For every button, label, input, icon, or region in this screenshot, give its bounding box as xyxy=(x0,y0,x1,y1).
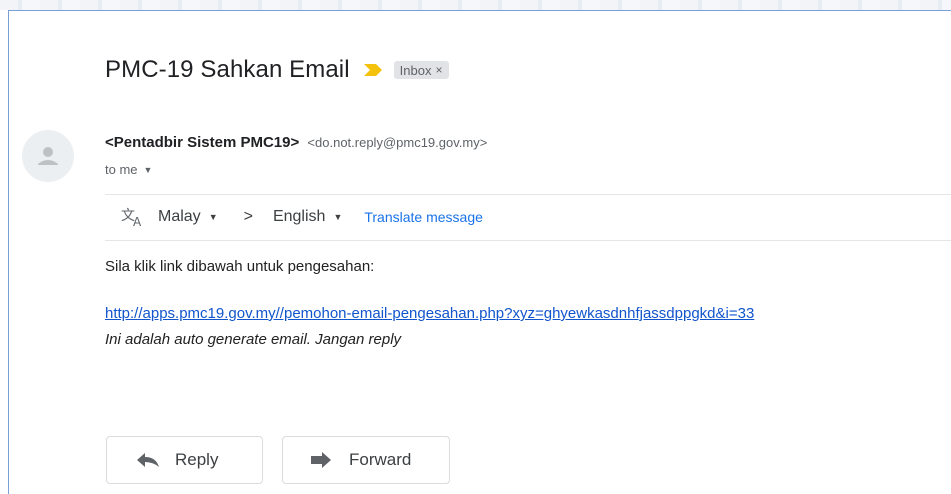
inbox-label-chip: Inbox × xyxy=(393,61,449,79)
email-subject: PMC-19 Sahkan Email xyxy=(105,56,350,83)
target-language-label: English xyxy=(272,208,326,225)
source-language-dropdown[interactable]: Malay ▼ xyxy=(158,208,218,226)
remove-label-icon[interactable]: × xyxy=(435,63,442,77)
svg-text:A: A xyxy=(133,215,142,228)
forward-arrow-icon xyxy=(309,451,337,469)
chevron-down-icon: ▼ xyxy=(208,212,218,222)
translate-message-link[interactable]: Translate message xyxy=(364,209,483,225)
source-language-label: Malay xyxy=(158,208,201,225)
translate-icon: 文 A xyxy=(120,206,146,228)
translate-direction-arrow: > xyxy=(243,208,253,225)
chevron-down-icon: ▼ xyxy=(333,212,343,222)
divider xyxy=(105,240,951,241)
forward-label: Forward xyxy=(349,450,412,469)
importance-marker-icon[interactable] xyxy=(362,62,384,78)
target-language-dropdown[interactable]: English ▼ xyxy=(273,208,342,226)
recipient-label: to me xyxy=(105,162,138,177)
sender-line: <Pentadbir Sistem PMC19> <do.not.reply@p… xyxy=(105,134,487,151)
reply-label: Reply xyxy=(175,450,219,469)
reply-button[interactable]: Reply xyxy=(106,436,263,484)
reply-arrow-icon xyxy=(135,451,163,469)
recipient-details-toggle[interactable]: to me ▼ xyxy=(105,162,152,177)
forward-button[interactable]: Forward xyxy=(282,436,450,484)
body-instruction: Sila klik link dibawah untuk pengesahan: xyxy=(105,258,375,275)
sender-name: <Pentadbir Sistem PMC19> xyxy=(105,134,300,151)
body-auto-note: Ini adalah auto generate email. Jangan r… xyxy=(105,331,402,348)
person-avatar-icon xyxy=(38,147,58,165)
divider xyxy=(105,194,951,195)
sender-avatar xyxy=(22,130,74,182)
subject-row: PMC-19 Sahkan Email Inbox × xyxy=(105,50,449,90)
sender-email: <do.not.reply@pmc19.gov.my> xyxy=(307,135,488,150)
translate-bar: 文 A Malay ▼ > English ▼ Translate messag… xyxy=(120,200,483,234)
verification-link[interactable]: http://apps.pmc19.gov.my//pemohon-email-… xyxy=(105,305,951,322)
inbox-label-text: Inbox xyxy=(399,62,432,78)
top-strip-decoration xyxy=(0,0,951,10)
chevron-down-icon: ▼ xyxy=(143,164,153,175)
